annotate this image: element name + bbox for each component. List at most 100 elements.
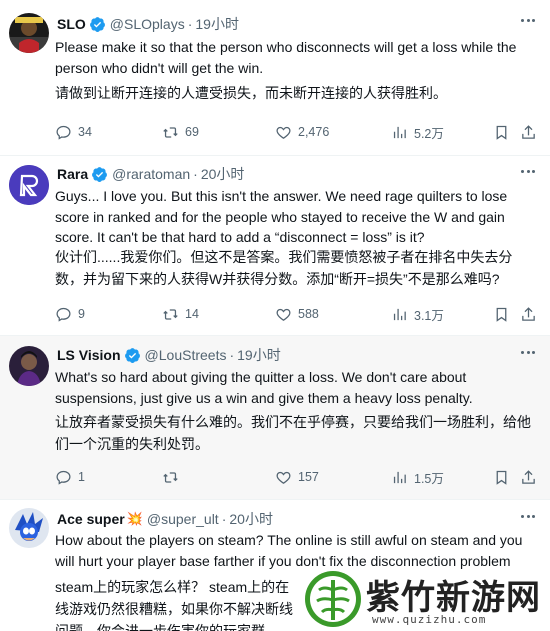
- translation-text: 让放弃者蒙受损失有什么难的。我们不在乎停赛，只要给我们一场胜利，给他们一个沉重的…: [55, 414, 531, 452]
- separator-dot: ·: [221, 511, 227, 527]
- like-count: 2,476: [298, 125, 330, 139]
- share-icon: [522, 124, 535, 139]
- timestamp[interactable]: 19小时: [195, 14, 239, 34]
- share-button[interactable]: [520, 124, 543, 141]
- bookmark-button[interactable]: [493, 124, 516, 141]
- like-button[interactable]: 588: [275, 306, 319, 323]
- bamboo-logo-icon: [303, 569, 363, 629]
- tweet-text-line: What's so hard about giving the quitter …: [55, 369, 473, 406]
- reply-count: 34: [78, 125, 92, 139]
- reply-button[interactable]: 1: [55, 469, 85, 486]
- verified-icon: [92, 166, 108, 182]
- author-handle[interactable]: @LouStreets: [145, 347, 227, 363]
- tweet-text-line: Guys... I love you. But this isn't the a…: [55, 188, 508, 245]
- views-button[interactable]: 3.1万: [391, 305, 444, 324]
- verified-icon: [124, 347, 140, 363]
- view-count: 1.5万: [414, 471, 444, 486]
- share-icon: [522, 469, 535, 484]
- tweet-text: What's so hard about giving the quitter …: [55, 367, 536, 408]
- repost-button[interactable]: 69: [162, 124, 199, 141]
- verified-icon: [89, 16, 105, 32]
- repost-count: 69: [185, 125, 199, 139]
- more-options-icon[interactable]: [518, 508, 538, 524]
- heart-icon: [276, 126, 291, 139]
- watermark-url: www.quzizhu.com: [372, 613, 487, 626]
- views-button[interactable]: 1.5万: [391, 468, 444, 487]
- tweet-2[interactable]: Rara @raratoman · 20小时 Guys... I love yo…: [0, 156, 550, 336]
- heart-icon: [276, 471, 291, 484]
- views-icon: [393, 308, 406, 320]
- tweet-1[interactable]: SLO @SLOplays · 19小时 Please make it so t…: [0, 0, 550, 156]
- views-icon: [393, 471, 406, 483]
- author-name[interactable]: SLO: [57, 16, 86, 32]
- tweet-header: SLO @SLOplays · 19小时: [57, 13, 239, 35]
- collision-emoji: 💥: [126, 511, 143, 526]
- separator-dot: ·: [187, 16, 193, 32]
- repost-icon: [163, 126, 178, 138]
- author-name[interactable]: Rara: [57, 166, 88, 182]
- more-options-icon[interactable]: [518, 163, 538, 179]
- action-bar: 34 69 2,476 5.2万: [55, 122, 535, 142]
- view-count: 3.1万: [414, 308, 444, 323]
- bookmark-icon: [496, 125, 507, 140]
- bookmark-button[interactable]: [493, 469, 516, 486]
- more-options-icon[interactable]: [518, 344, 538, 360]
- action-bar: 1 157 1.5万: [55, 467, 535, 487]
- repost-icon: [163, 308, 178, 320]
- repost-button[interactable]: 14: [162, 306, 199, 323]
- tweet-header: Rara @raratoman · 20小时: [57, 163, 244, 185]
- view-count: 5.2万: [414, 126, 444, 141]
- tweet-text-line: Please make it so that the person who di…: [55, 39, 517, 76]
- repost-button[interactable]: [162, 469, 185, 486]
- translation-text: 伙计们......我爱你们。但这不是答案。我们需要愤怒被子者在排名中失去分数，并…: [55, 249, 513, 287]
- tweet-text: How about the players on steam? The onli…: [55, 530, 536, 571]
- bookmark-button[interactable]: [493, 306, 516, 323]
- timestamp[interactable]: 20小时: [201, 164, 245, 184]
- tweet-header: Ace super 💥 @super_ult · 20小时: [57, 508, 273, 530]
- more-options-icon[interactable]: [518, 12, 538, 28]
- reply-icon: [56, 307, 71, 322]
- author-handle[interactable]: @raratoman: [112, 166, 190, 182]
- heart-icon: [276, 308, 291, 321]
- share-button[interactable]: [520, 469, 543, 486]
- translation-text: 请做到让断开连接的人遭受损失，而未断开连接的人获得胜利。: [55, 85, 447, 101]
- reply-icon: [56, 470, 71, 485]
- like-count: 157: [298, 470, 319, 484]
- like-count: 588: [298, 307, 319, 321]
- site-watermark: 紫竹新游网 www.quzizhu.com: [300, 568, 550, 631]
- avatar-ace-super[interactable]: [9, 508, 49, 548]
- separator-dot: ·: [193, 166, 198, 182]
- like-button[interactable]: 157: [275, 469, 319, 486]
- reply-icon: [56, 125, 71, 140]
- reply-count: 1: [78, 470, 85, 484]
- author-name[interactable]: Ace super: [57, 511, 125, 527]
- reply-count: 9: [78, 307, 85, 321]
- tweet-text: Guys... I love you. But this isn't the a…: [55, 186, 536, 248]
- avatar-slo[interactable]: [9, 13, 49, 53]
- author-handle[interactable]: @super_ult: [147, 511, 219, 527]
- avatar-rara[interactable]: [9, 165, 49, 205]
- share-icon: [522, 306, 535, 321]
- action-bar: 9 14 588 3.1万: [55, 304, 535, 324]
- bookmark-icon: [496, 470, 507, 485]
- tweet-text: Please make it so that the person who di…: [55, 37, 536, 78]
- like-button[interactable]: 2,476: [275, 124, 329, 141]
- views-button[interactable]: 5.2万: [391, 123, 444, 142]
- views-icon: [393, 126, 406, 138]
- reply-button[interactable]: 9: [55, 306, 85, 323]
- author-handle[interactable]: @SLOplays: [110, 16, 185, 32]
- share-button[interactable]: [520, 306, 543, 323]
- watermark-name: 紫竹新游网: [366, 578, 541, 618]
- separator-dot: ·: [229, 347, 235, 363]
- tweet-text-line: How about the players on steam? The onli…: [55, 532, 523, 569]
- repost-count: 14: [185, 307, 199, 321]
- bookmark-icon: [496, 307, 507, 322]
- reply-button[interactable]: 34: [55, 124, 92, 141]
- timestamp[interactable]: 20小时: [229, 509, 273, 529]
- tweet-3[interactable]: LS Vision @LouStreets · 19小时 What's so h…: [0, 336, 550, 500]
- timestamp[interactable]: 19小时: [237, 345, 281, 365]
- author-name[interactable]: LS Vision: [57, 347, 121, 363]
- repost-icon: [163, 471, 178, 483]
- avatar-ls-vision[interactable]: [9, 346, 49, 386]
- translation-text: steam上的玩家怎么样？ steam上的在线游戏仍然很糟糕，如果你不解决断线问…: [55, 579, 293, 631]
